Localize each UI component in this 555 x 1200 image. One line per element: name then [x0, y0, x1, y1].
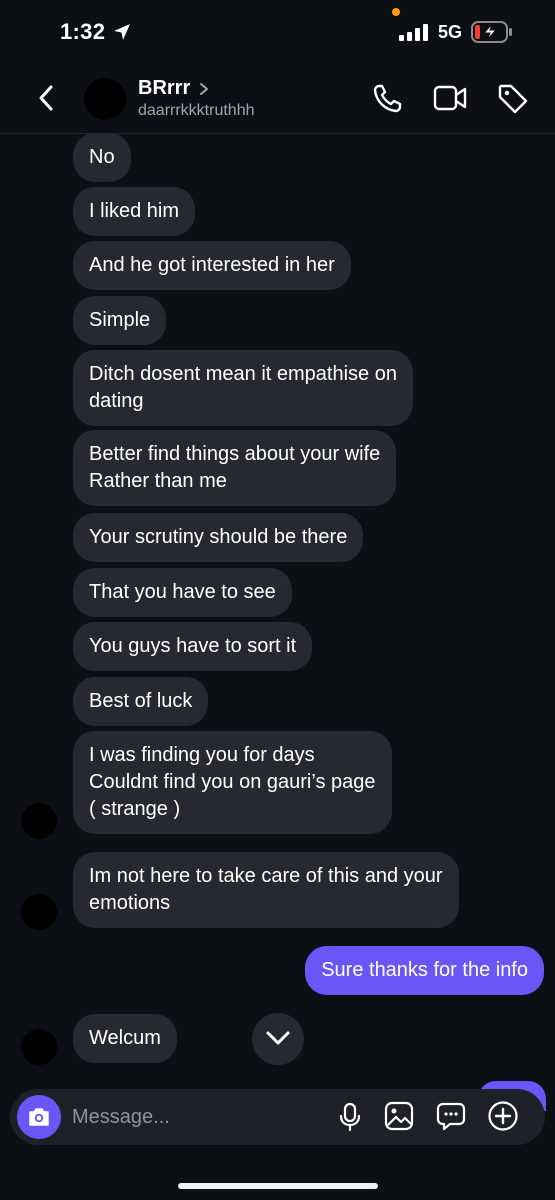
message-composer [10, 1089, 545, 1145]
chat-header: BRrrr daarrrkkktruthhh [0, 64, 555, 134]
message-bubble[interactable]: Welcum [73, 1014, 177, 1063]
contact-name[interactable]: BRrrr [138, 77, 190, 100]
avatar[interactable] [84, 78, 126, 120]
chevron-down-icon [266, 1031, 290, 1045]
location-arrow-icon [114, 24, 130, 40]
message-input[interactable] [72, 1095, 312, 1139]
message-bubble[interactable]: Simple [73, 296, 167, 345]
mic-icon[interactable] [338, 1102, 362, 1132]
camera-icon [29, 1108, 49, 1126]
network-type: 5G [438, 22, 463, 42]
home-indicator[interactable] [178, 1183, 378, 1189]
back-icon[interactable] [36, 84, 56, 112]
message-bubble[interactable]: Better find things about your wife Rathe… [73, 430, 397, 506]
battery-charging-icon [471, 21, 512, 43]
chevron-right-icon[interactable] [199, 82, 209, 96]
status-bar: 1:32 5G [0, 0, 555, 64]
message-bubble[interactable]: I was finding you for days Couldnt find … [73, 731, 392, 834]
tag-icon[interactable] [497, 83, 529, 115]
avatar[interactable] [21, 1029, 57, 1065]
camera-button[interactable] [17, 1095, 61, 1139]
avatar[interactable] [21, 894, 57, 930]
gallery-icon[interactable] [384, 1101, 414, 1131]
sent-message-bubble[interactable]: Sure thanks for the info [305, 946, 544, 995]
message-bubble[interactable]: Ditch dosent mean it empathise on dating [73, 350, 413, 426]
call-icon[interactable] [371, 83, 403, 115]
message-bubble[interactable]: No [73, 133, 131, 182]
scroll-to-bottom-button[interactable] [252, 1013, 304, 1065]
message-bubble[interactable]: And he got interested in her [73, 241, 351, 290]
message-bubble[interactable]: Your scrutiny should be there [73, 513, 364, 562]
message-bubble[interactable]: Im not here to take care of this and you… [73, 852, 459, 928]
status-time: 1:32 [60, 19, 106, 44]
sticker-icon[interactable] [436, 1101, 466, 1131]
privacy-indicator-dot [392, 8, 400, 16]
video-icon[interactable] [433, 84, 468, 112]
message-bubble[interactable]: Best of luck [73, 677, 209, 726]
message-bubble[interactable]: That you have to see [73, 568, 292, 617]
signal-icon [399, 24, 428, 41]
message-bubble[interactable]: I liked him [73, 187, 196, 236]
message-bubble[interactable]: You guys have to sort it [73, 622, 313, 671]
contact-username[interactable]: daarrrkkktruthhh [138, 102, 255, 120]
avatar[interactable] [21, 803, 57, 839]
plus-icon[interactable] [487, 1100, 519, 1132]
